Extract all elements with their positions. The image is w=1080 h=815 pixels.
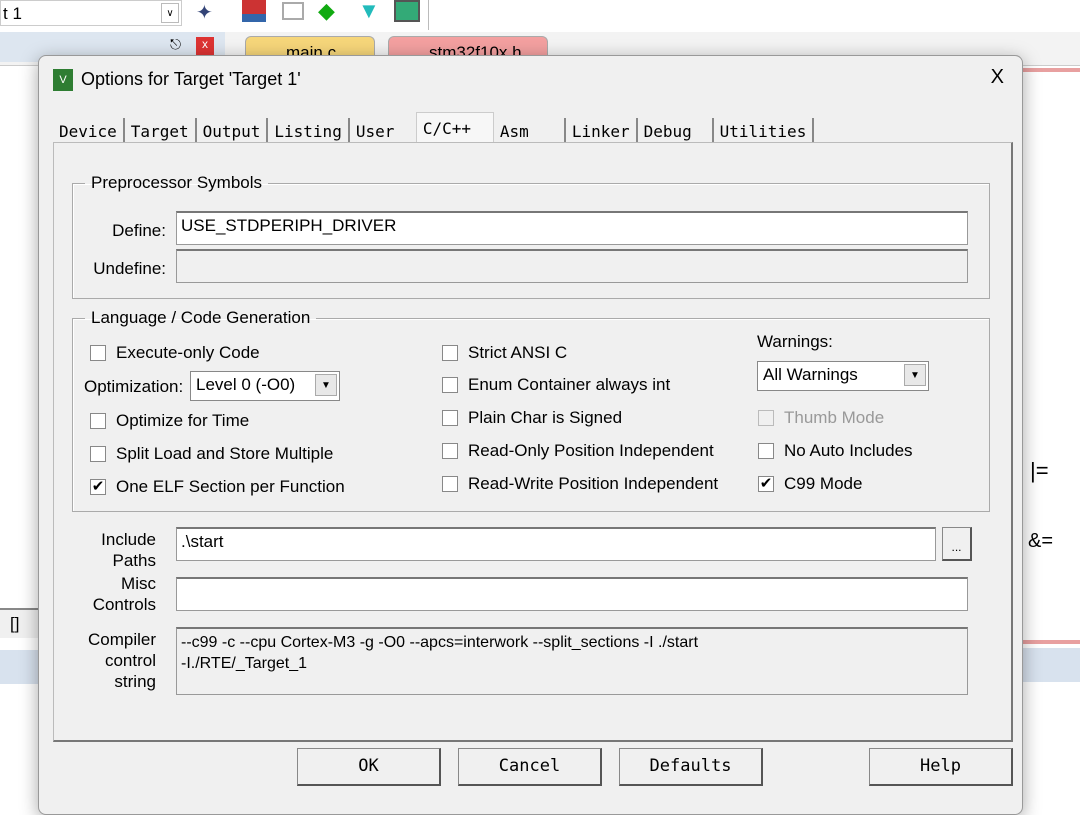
close-button[interactable]: X	[991, 66, 1004, 89]
enum-container-checkbox[interactable]: Enum Container always int	[442, 375, 670, 395]
split-load-checkbox[interactable]: Split Load and Store Multiple	[90, 444, 333, 464]
chevron-down-icon[interactable]: ▼	[315, 374, 337, 396]
cancel-button[interactable]: Cancel	[458, 748, 602, 786]
code-fragment: []	[0, 608, 38, 638]
check-icon[interactable]: ✔	[90, 479, 106, 495]
close-icon[interactable]: x	[196, 37, 214, 55]
warnings-select[interactable]: All Warnings ▼	[757, 361, 929, 391]
optimization-select[interactable]: Level 0 (-O0) ▼	[190, 371, 340, 401]
ide-toolbar: t 1 ∨ ✦ ◆ ▼	[0, 0, 1080, 32]
code-fragment: |=	[1030, 458, 1049, 483]
keil-logo-icon: V	[53, 69, 73, 91]
browse-button[interactable]: ...	[942, 527, 972, 561]
thumb-mode-checkbox: Thumb Mode	[758, 408, 884, 428]
copy-icon[interactable]	[282, 2, 304, 20]
optimize-time-checkbox[interactable]: Optimize for Time	[90, 411, 249, 431]
misc-controls-label: Misc Controls	[92, 574, 156, 614]
plain-char-checkbox[interactable]: Plain Char is Signed	[442, 408, 622, 428]
c-cpp-panel: Preprocessor Symbols Define: USE_STDPERI…	[53, 142, 1013, 742]
rwpi-checkbox[interactable]: Read-Write Position Independent	[442, 474, 718, 494]
dialog-title: Options for Target 'Target 1'	[81, 69, 301, 89]
define-label: Define:	[112, 221, 166, 240]
execute-only-checkbox[interactable]: Execute-only Code	[90, 343, 260, 363]
dialog-titlebar: V Options for Target 'Target 1' X	[39, 56, 1022, 104]
tab-listing[interactable]: Listing	[268, 118, 350, 144]
tab-asm[interactable]: Asm	[494, 118, 566, 144]
checkbox-box[interactable]	[90, 345, 106, 361]
ok-button[interactable]: OK	[297, 748, 441, 786]
pack-installer-icon[interactable]	[394, 0, 420, 22]
define-input[interactable]: USE_STDPERIPH_DRIVER	[176, 211, 968, 245]
no-auto-includes-checkbox[interactable]: No Auto Includes	[758, 441, 913, 461]
compiler-string-output: --c99 -c --cpu Cortex-M3 -g -O0 --apcs=i…	[176, 627, 968, 695]
target-combo[interactable]: t 1 ∨	[0, 0, 182, 26]
tab-linker[interactable]: Linker	[566, 118, 638, 144]
tab-user[interactable]: User	[350, 118, 416, 144]
diamond-icon[interactable]: ◆	[318, 0, 335, 24]
tab-device[interactable]: Device	[53, 118, 125, 144]
one-elf-checkbox[interactable]: ✔ One ELF Section per Function	[90, 477, 345, 497]
undefine-input[interactable]	[176, 249, 968, 283]
tab-c-cpp[interactable]: C/C++	[415, 112, 494, 144]
optimization-label: Optimization:	[84, 377, 184, 396]
chevron-down-icon[interactable]: ▼	[904, 364, 926, 386]
tab-output[interactable]: Output	[197, 118, 269, 144]
chevron-down-icon[interactable]: ∨	[161, 3, 179, 23]
tab-bar: Device Target Output Listing User C/C++ …	[53, 112, 815, 144]
include-paths-input[interactable]: .\start	[176, 527, 936, 561]
ropi-checkbox[interactable]: Read-Only Position Independent	[442, 441, 714, 461]
options-dialog: V Options for Target 'Target 1' X Device…	[38, 55, 1023, 815]
compiler-string-label: Compiler control string	[87, 630, 156, 691]
include-paths-label: Include Paths	[101, 530, 156, 570]
undefine-label: Undefine:	[93, 259, 166, 278]
code-fragment: &=	[1028, 530, 1054, 552]
strict-ansi-checkbox[interactable]: Strict ANSI C	[442, 343, 567, 363]
tab-utilities[interactable]: Utilities	[714, 118, 815, 144]
manage-project-icon[interactable]	[242, 0, 266, 22]
c99-mode-checkbox[interactable]: ✔ C99 Mode	[758, 474, 862, 494]
misc-controls-input[interactable]	[176, 577, 968, 611]
help-button[interactable]: Help	[869, 748, 1013, 786]
tab-target[interactable]: Target	[125, 118, 197, 144]
filter-icon[interactable]: ▼	[358, 0, 380, 24]
defaults-button[interactable]: Defaults	[619, 748, 763, 786]
check-icon[interactable]: ✔	[758, 476, 774, 492]
tab-debug[interactable]: Debug	[638, 118, 714, 144]
pin-icon[interactable]: ⎋	[170, 36, 181, 53]
wand-icon[interactable]: ✦	[196, 0, 213, 25]
warnings-label: Warnings:	[757, 332, 833, 351]
